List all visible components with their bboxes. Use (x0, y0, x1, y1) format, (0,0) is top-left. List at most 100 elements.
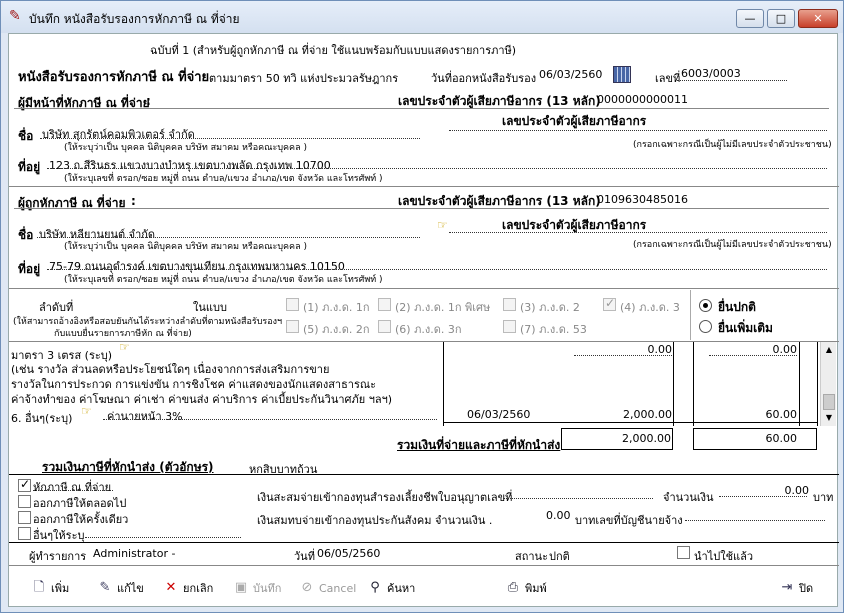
form-5-checkbox[interactable] (286, 320, 299, 333)
withhold-checkbox[interactable] (18, 477, 31, 492)
seq-hint-2: กับแบบยื่นรายการภาษีหัก ณ ที่จ่าย) (54, 329, 192, 339)
status-value: ปกติ (549, 550, 570, 563)
form-4-label: (4) ภ.ง.ด. 3 (620, 301, 680, 314)
copy-note: ฉบับที่ 1 (สำหรับผู้ถูกหักภาษี ณ ที่จ่าย… (150, 44, 517, 57)
form-2-checkbox[interactable] (378, 298, 391, 311)
underline (449, 130, 827, 131)
record-date-label: วันที่ (294, 550, 315, 563)
other-checkbox[interactable] (18, 527, 31, 540)
payer-tax-id2-label: เลขประจำตัวผู้เสียภาษีอากร (502, 114, 647, 128)
underline (449, 232, 827, 233)
maximize-button[interactable]: □ (767, 9, 795, 28)
edit-button-label: แก้ไข (117, 582, 144, 595)
total-tax: 60.00 (765, 432, 798, 445)
fund-baht-label: บาท (813, 491, 834, 504)
close-window-button[interactable]: ✕ (798, 9, 838, 28)
close-button-label: ปิด (799, 582, 814, 595)
form-1-checkbox[interactable] (286, 298, 299, 311)
row6-description[interactable]: ค่านายหน้า 3% (107, 407, 183, 425)
form-3-checkbox[interactable] (503, 298, 516, 311)
column-line (693, 342, 694, 426)
payee-name-hint: (ให้ระบุว่าเป็น บุคคล นิติบุคคล บริษัท ส… (64, 242, 307, 252)
number-field[interactable]: 6003/0003 (681, 67, 741, 80)
recorder-label: ผู้ทำรายการ (29, 550, 87, 563)
exit-icon: ⇥ (781, 580, 793, 595)
form-3-label: (3) ภ.ง.ด. 2 (520, 301, 580, 314)
number-label: เลขที่ (655, 72, 681, 85)
form-7-label: (7) ภ.ง.ด. 53 (520, 323, 587, 336)
scroll-down-arrow[interactable]: ▼ (822, 411, 836, 425)
search-button[interactable]: ⚲ ค้นหา (367, 576, 415, 600)
scroll-thumb[interactable] (823, 394, 835, 410)
row6-note-icon[interactable]: ☞ (81, 404, 92, 418)
form-6-checkbox[interactable] (378, 320, 391, 333)
form-title: หนังสือรับรองการหักภาษี ณ ที่จ่าย (18, 70, 210, 85)
law-reference: ตามมาตรา 50 ทวิ แห่งประมวลรัษฎากร (209, 72, 399, 85)
form-2-label: (2) ภ.ง.ด. 1ก พิเศษ (395, 301, 491, 314)
underline (503, 498, 653, 499)
divider (9, 565, 839, 566)
underline (40, 138, 420, 139)
filing-additional-label: ยื่นเพิ่มเติม (718, 321, 773, 335)
filing-normal-radio[interactable] (699, 299, 712, 312)
column-line (817, 342, 818, 426)
binoculars-icon: ⚲ (370, 580, 380, 595)
payer-addr-hint: (ให้ระบุเลขที่ ตรอก/ซอย หมู่ที่ ถนน ตำบล… (64, 174, 383, 184)
row5-note-icon[interactable]: ☞ (119, 342, 130, 354)
row6-date[interactable]: 06/03/2560 (467, 408, 530, 421)
divider (9, 288, 839, 289)
fund-amount-field[interactable]: 0.00 (739, 484, 810, 497)
total-amount: 2,000.00 (622, 432, 671, 445)
underline (85, 537, 241, 538)
income-scrollbar[interactable]: ▲ ▼ (820, 342, 836, 426)
divider (14, 108, 829, 109)
calendar-icon[interactable] (613, 66, 631, 83)
save-button[interactable]: ▣ บันทึก (233, 576, 282, 600)
social-suffix-label: บาทเลขที่บัญชีนายจ้าง (575, 514, 683, 527)
pay-always-checkbox[interactable] (18, 495, 31, 508)
column-line (673, 342, 674, 426)
pay-once-checkbox[interactable] (18, 511, 31, 524)
payer-name-hint2: (กรอกเฉพาะกรณีเป็นผู้ไม่มีเลขประจำตัวประ… (633, 140, 832, 150)
edit-button[interactable]: ✎ แก้ไข (97, 576, 144, 600)
row6-tax[interactable]: 60.00 (709, 408, 798, 421)
underline (103, 419, 437, 420)
row6-amount[interactable]: 2,000.00 (574, 408, 672, 421)
payee-addr-hint: (ให้ระบุเลขที่ ตรอก/ซอย หมู่ที่ ถนน ตำบล… (64, 275, 383, 285)
issue-date-field[interactable]: 06/03/2560 (539, 68, 602, 81)
applied-label: นำไปใช้แล้ว (694, 550, 754, 563)
divider (9, 542, 839, 543)
form-1-label: (1) ภ.ง.ด. 1ก (303, 301, 370, 314)
column-line (443, 342, 444, 426)
issue-date-label: วันที่ออกหนังสือรับรอง (431, 72, 537, 85)
row5-line-4: ค่าจ้างทำของ ค่าโฆษณา ค่าเช่า ค่าขนส่ง ค… (11, 393, 393, 406)
words-value: หกสิบบาทถ้วน (249, 463, 318, 476)
void-button-label: ยกเลิก (183, 582, 214, 595)
form-7-checkbox[interactable] (503, 320, 516, 333)
close-button[interactable]: ⇥ ปิด (779, 576, 814, 600)
payee-tax-id-field[interactable]: 0109630485016 (597, 193, 688, 206)
lookup-icon[interactable]: ☞ (437, 218, 448, 232)
filing-additional-radio[interactable] (699, 320, 712, 333)
applied-checkbox[interactable] (677, 546, 690, 559)
add-button[interactable]: 🗋 เพิ่ม (31, 576, 70, 600)
payer-tax-id-field[interactable]: 0000000000011 (597, 93, 688, 106)
payer-name-hint: (ให้ระบุว่าเป็น บุคคล นิติบุคคล บริษัท ส… (64, 143, 307, 153)
new-file-icon: 🗋 (33, 580, 45, 595)
form-4-checkbox[interactable] (603, 296, 616, 311)
social-amount-field[interactable]: 0.00 (546, 509, 571, 522)
void-button[interactable]: ✕ ยกเลิก (163, 576, 214, 600)
title-bar: ✎ บันทึก หนังสือรับรองการหักภาษี ณ ที่จ่… (1, 1, 843, 33)
underline (709, 355, 797, 356)
payer-section-colon: : (146, 94, 151, 108)
minimize-button[interactable]: — (736, 9, 764, 28)
form-area: ฉบับที่ 1 (สำหรับผู้ถูกหักภาษี ณ ที่จ่าย… (8, 33, 839, 607)
scroll-up-arrow[interactable]: ▲ (822, 343, 836, 357)
form-5-label: (5) ภ.ง.ด. 2ก (303, 323, 370, 336)
divider (9, 186, 839, 187)
underline (47, 168, 827, 169)
cancel-button[interactable]: ⊘ Cancel (299, 576, 357, 600)
record-date-value: 06/05/2560 (317, 547, 381, 560)
print-button[interactable]: ⎙ พิมพ์ (505, 576, 547, 600)
form-6-label: (6) ภ.ง.ด. 3ก (395, 323, 462, 336)
